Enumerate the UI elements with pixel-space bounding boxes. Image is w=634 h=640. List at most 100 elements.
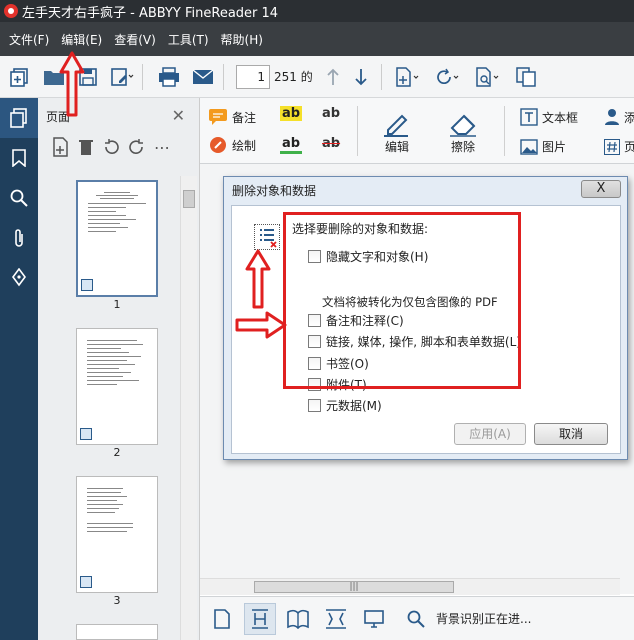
delete-list-icon (254, 224, 280, 250)
document-icon (80, 576, 92, 588)
abbyy-logo-icon (4, 4, 18, 18)
underline-tool[interactable]: ab (280, 136, 303, 154)
view-mode-bar: 背景识别正在进... (200, 596, 634, 640)
background-recognition-icon (400, 603, 432, 635)
note-icon (209, 109, 227, 125)
delete-page-icon[interactable] (78, 138, 94, 156)
option-metadata[interactable]: 元数据(M) (308, 397, 382, 414)
highlight-box (283, 212, 521, 389)
strikethrough-text-icon: ab (322, 136, 341, 151)
page-thumbnail-number: 2 (113, 446, 121, 459)
edit-label: 编辑 (384, 140, 409, 154)
close-icon[interactable]: ✕ (172, 106, 185, 125)
signature-nav-icon[interactable] (0, 258, 38, 298)
window-title: 左手天才右手疯子 - ABBYY FineReader 14 (22, 5, 279, 21)
rotate-icon[interactable] (434, 63, 462, 91)
page-thumbnail[interactable] (76, 624, 158, 640)
add-page-icon[interactable] (52, 137, 70, 157)
save-as-icon[interactable] (108, 63, 136, 91)
textbox-label: 文本框 (542, 110, 579, 125)
pages-tools: ⋯ (38, 134, 199, 160)
status-text: 背景识别正在进... (436, 612, 532, 626)
menu-view[interactable]: 查看(V) (109, 31, 161, 48)
pages-nav-icon[interactable] (0, 98, 38, 138)
single-page-view-icon[interactable] (206, 603, 238, 635)
document-icon (81, 279, 93, 291)
checkbox[interactable] (308, 399, 321, 412)
dialog-title: 删除对象和数据 (232, 183, 317, 198)
ribbon-divider (504, 106, 505, 156)
prev-page-arrow-icon[interactable] (319, 63, 347, 91)
add-user-tool[interactable]: 添 (604, 108, 634, 126)
horizontal-scrollbar[interactable]: ||| (200, 578, 620, 595)
bookmarks-nav-icon[interactable] (0, 138, 38, 178)
page-label: 页 (624, 140, 634, 154)
textbox-tool[interactable]: 文本框 (520, 108, 578, 126)
menu-bar: 文件(F) 编辑(E) 查看(V) 工具(T) 帮助(H) (0, 22, 634, 56)
scroll-view-icon[interactable] (244, 602, 276, 635)
scrollbar-thumb[interactable] (183, 190, 195, 208)
draw-label: 绘制 (232, 138, 257, 153)
page-number-tool[interactable]: 页 (604, 138, 634, 155)
add-label: 添 (624, 110, 634, 125)
scrollbar-thumb[interactable]: ||| (254, 581, 454, 593)
highlight-tool[interactable]: ab (280, 106, 303, 121)
note-tool[interactable]: 备注 (208, 108, 256, 126)
document-icon (80, 428, 92, 440)
option-label: 元数据(M) (326, 399, 382, 413)
recognize-page-icon[interactable] (474, 63, 502, 91)
annotation-right-arrow (235, 311, 287, 339)
image-icon (520, 138, 538, 155)
strikethrough-tool[interactable]: ab (320, 136, 342, 151)
page-number-input[interactable]: 1 (236, 64, 270, 89)
dialog-title-bar: 删除对象和数据 X (224, 177, 627, 203)
toolbar-divider (223, 63, 224, 90)
rotate-left-icon[interactable] (102, 138, 120, 156)
annotation-up-arrow (59, 51, 85, 117)
print-icon[interactable] (155, 63, 183, 91)
image-label: 图片 (542, 140, 567, 154)
menu-help[interactable]: 帮助(H) (216, 31, 268, 48)
more-options-icon[interactable]: ⋯ (154, 138, 170, 157)
next-page-arrow-icon[interactable] (347, 63, 375, 91)
email-icon[interactable] (189, 63, 217, 91)
attachments-nav-icon[interactable] (0, 218, 38, 258)
fullscreen-view-icon[interactable] (358, 603, 390, 635)
textbox-icon (520, 108, 538, 126)
search-icon[interactable] (0, 178, 38, 218)
edit-button[interactable]: 编辑 (380, 110, 414, 155)
menu-edit[interactable]: 编辑(E) (56, 31, 107, 48)
draw-tool[interactable]: 绘制 (208, 136, 256, 154)
user-icon (605, 109, 619, 125)
ribbon-divider (357, 106, 358, 156)
insert-text-icon: ab (322, 106, 341, 121)
menu-tools[interactable]: 工具(T) (163, 31, 214, 48)
edit-pencil-icon (384, 114, 408, 137)
page-thumbnail[interactable] (76, 328, 158, 445)
add-page-icon[interactable] (394, 63, 422, 91)
page-thumbnail-number: 1 (113, 298, 121, 311)
cancel-button[interactable]: 取消 (534, 423, 608, 445)
two-page-view-icon[interactable] (282, 603, 314, 635)
text-replace-tool[interactable]: ab (320, 106, 342, 121)
pages-scrollbar[interactable] (180, 176, 197, 640)
apply-button[interactable]: 应用(A) (454, 423, 526, 445)
new-task-icon[interactable] (6, 63, 34, 91)
erase-label: 擦除 (450, 140, 475, 154)
main-toolbar: 1 251 的 (0, 56, 634, 98)
left-nav (0, 98, 38, 640)
two-page-scroll-view-icon[interactable] (320, 603, 352, 635)
page-thumbnail[interactable] (76, 476, 158, 593)
image-tool[interactable]: 图片 (520, 138, 566, 155)
title-bar: 左手天才右手疯子 - ABBYY FineReader 14 (0, 0, 634, 22)
menu-file[interactable]: 文件(F) (4, 31, 54, 48)
toolbar-divider (142, 63, 143, 90)
toolbar-divider (380, 63, 382, 90)
compare-icon[interactable] (512, 63, 540, 91)
dialog-close-button[interactable]: X (581, 180, 621, 198)
erase-button[interactable]: 擦除 (446, 110, 480, 155)
page-thumbnail[interactable] (76, 180, 158, 297)
rotate-right-icon[interactable] (128, 138, 146, 156)
draw-icon (210, 137, 226, 153)
note-label: 备注 (232, 110, 257, 125)
